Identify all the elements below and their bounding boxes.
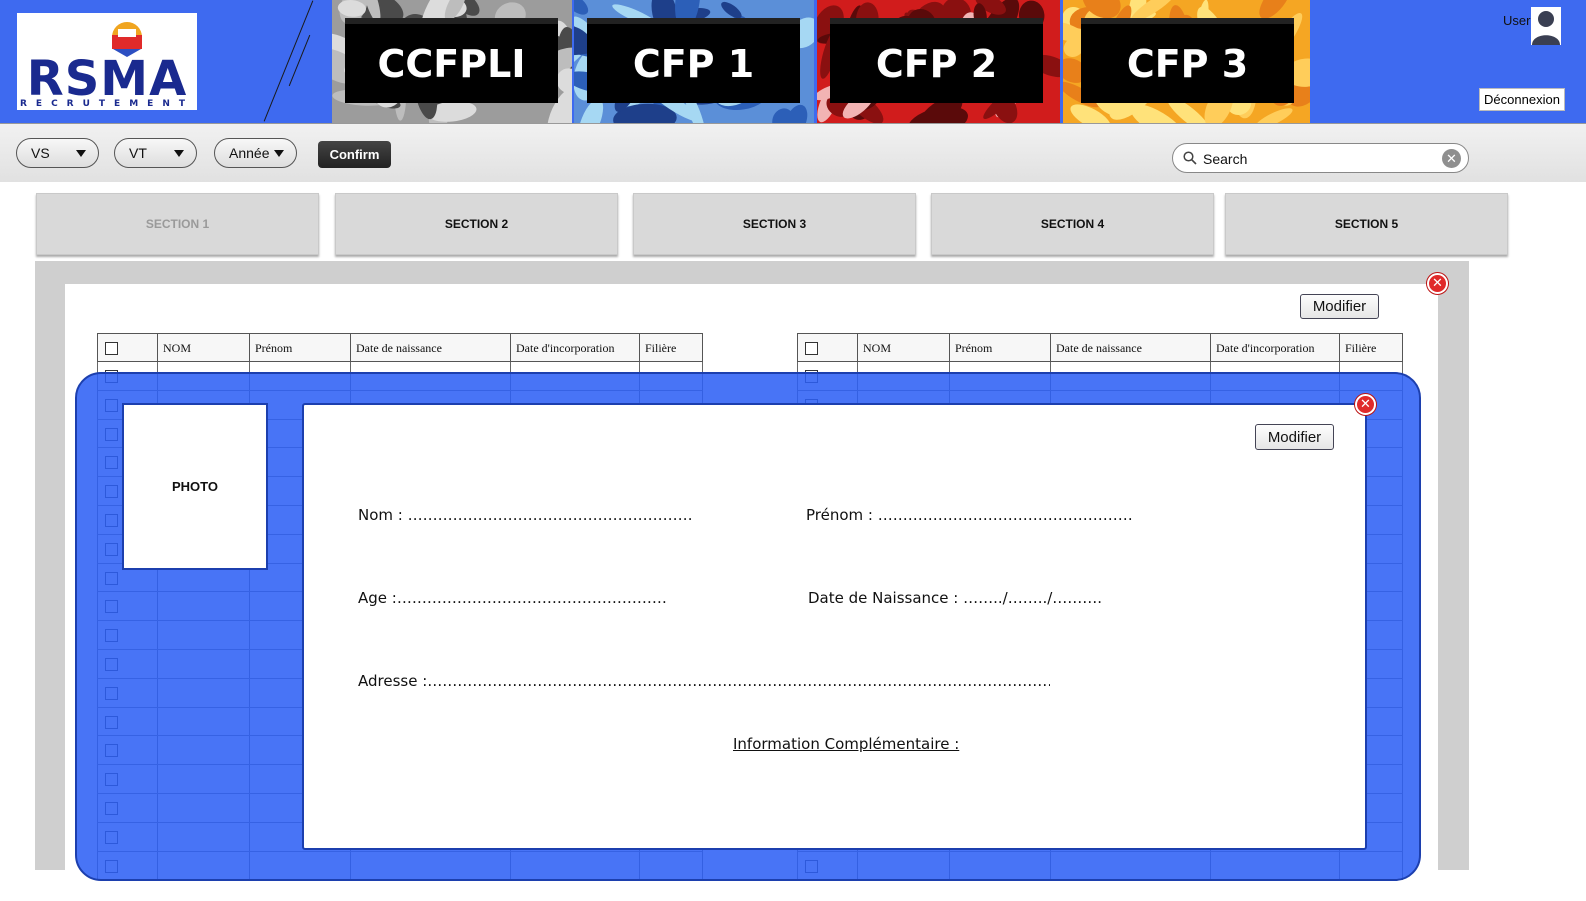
tile-cfp1[interactable]: CFP 1: [574, 0, 814, 123]
col-date-incorporation[interactable]: Date d'incorporation: [511, 334, 640, 361]
close-modal-icon[interactable]: ✕: [1355, 394, 1376, 415]
tab-section-3[interactable]: SECTION 3: [633, 193, 916, 255]
divider-line: [288, 34, 311, 87]
search-input[interactable]: Search ✕: [1172, 143, 1469, 173]
select-all-checkbox[interactable]: [805, 342, 818, 355]
search-icon: [1183, 151, 1197, 165]
caret-down-icon: [174, 150, 184, 157]
trainee-detail-card: Modifier Nom : ………………………………………………… Préno…: [302, 403, 1367, 850]
annee-dropdown[interactable]: Année: [214, 138, 297, 168]
modify-detail-button[interactable]: Modifier: [1255, 424, 1334, 450]
caret-down-icon: [274, 150, 284, 157]
col-nom[interactable]: NOM: [858, 334, 950, 361]
divider-line: [263, 0, 314, 122]
tile-label: CCFPLI: [345, 18, 558, 103]
clear-search-icon[interactable]: ✕: [1442, 149, 1461, 168]
annee-dropdown-value: Année: [229, 145, 270, 161]
field-nom[interactable]: Nom : …………………………………………………: [358, 506, 693, 524]
rsma-logo-icon: RSMA RECRUTEMENT: [20, 22, 194, 109]
tab-section-5[interactable]: SECTION 5: [1225, 193, 1508, 255]
caret-down-icon: [76, 150, 86, 157]
tile-label: CFP 3: [1081, 18, 1294, 103]
select-all-checkbox[interactable]: [105, 342, 118, 355]
close-panel-icon[interactable]: ✕: [1427, 273, 1448, 294]
user-avatar-icon[interactable]: [1531, 7, 1561, 45]
select-all-cell: [98, 334, 158, 361]
col-prenom[interactable]: Prénom: [950, 334, 1051, 361]
tab-section-4[interactable]: SECTION 4: [931, 193, 1214, 255]
table-header: NOM Prénom Date de naissance Date d'inco…: [97, 333, 703, 362]
header-bar: RSMA RECRUTEMENT CCFPLI CFP 1 CFP 2 CFP …: [0, 0, 1586, 123]
col-prenom[interactable]: Prénom: [250, 334, 351, 361]
photo-placeholder[interactable]: PHOTO: [122, 403, 268, 570]
select-all-cell: [798, 334, 858, 361]
tile-label: CFP 2: [830, 18, 1043, 103]
logo-subtext: RECRUTEMENT: [20, 99, 194, 109]
info-complementaire-heading: Information Complémentaire :: [733, 735, 960, 753]
vs-dropdown-value: VS: [31, 145, 50, 161]
search-placeholder: Search: [1203, 151, 1248, 167]
col-date-naissance[interactable]: Date de naissance: [351, 334, 511, 361]
logout-button[interactable]: Déconnexion: [1479, 88, 1565, 111]
col-nom[interactable]: NOM: [158, 334, 250, 361]
filter-bar: VS VT Année Confirm Search ✕: [0, 123, 1586, 182]
field-age[interactable]: Age :………………………………………………: [358, 589, 667, 607]
col-date-incorporation[interactable]: Date d'incorporation: [1211, 334, 1340, 361]
tile-cfp3[interactable]: CFP 3: [1063, 0, 1310, 123]
col-date-naissance[interactable]: Date de naissance: [1051, 334, 1211, 361]
confirm-button[interactable]: Confirm: [318, 141, 391, 168]
tab-section-1[interactable]: SECTION 1: [36, 193, 319, 255]
tile-label: CFP 1: [587, 18, 800, 103]
tile-ccfpli[interactable]: CCFPLI: [332, 0, 572, 123]
field-date-naissance[interactable]: Date de Naissance : ……../……../……….: [808, 589, 1102, 607]
field-prenom[interactable]: Prénom : ……………………………………………: [806, 506, 1133, 524]
col-filiere[interactable]: Filière: [640, 334, 702, 361]
tile-cfp2[interactable]: CFP 2: [817, 0, 1060, 123]
tab-section-2[interactable]: SECTION 2: [335, 193, 618, 255]
modify-button[interactable]: Modifier: [1300, 294, 1379, 319]
vt-dropdown[interactable]: VT: [114, 138, 197, 168]
vt-dropdown-value: VT: [129, 145, 147, 161]
field-adresse[interactable]: Adresse :……………………………………………………………………………………: [358, 672, 1050, 690]
col-filiere[interactable]: Filière: [1340, 334, 1402, 361]
table-header: NOM Prénom Date de naissance Date d'inco…: [797, 333, 1403, 362]
rsma-logo[interactable]: RSMA RECRUTEMENT: [17, 13, 197, 110]
user-label: User: [1503, 13, 1531, 28]
vs-dropdown[interactable]: VS: [16, 138, 99, 168]
